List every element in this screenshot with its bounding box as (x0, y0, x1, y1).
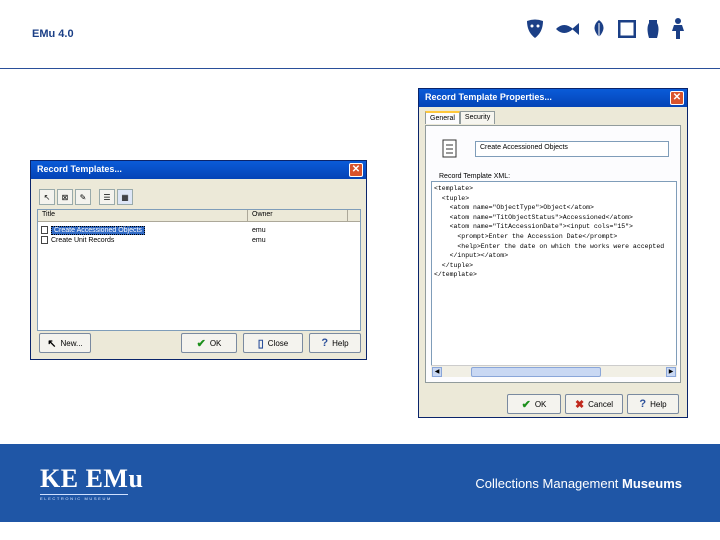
scroll-left-icon[interactable]: ◀ (432, 367, 442, 377)
template-xml-editor[interactable]: <template> <tuple> <atom name="ObjectTyp… (431, 181, 677, 377)
slide: EMu 4.0 Record Templates... ✕ ↖ ⊠ ✎ ☰ ▦ … (0, 0, 720, 540)
tagline: Collections Management Museums (475, 476, 682, 491)
cancel-icon: ✖ (574, 398, 585, 411)
fish-icon (556, 23, 579, 35)
ok-button[interactable]: ✔ OK (507, 394, 561, 414)
row-title: Create Accessioned Objects (51, 225, 145, 235)
xml-line: </tuple> (434, 261, 474, 269)
column-title[interactable]: Title (38, 210, 248, 221)
column-owner[interactable]: Owner (248, 210, 348, 221)
scroll-right-icon[interactable]: ▶ (666, 367, 676, 377)
templates-list[interactable]: Title Owner Create Accessioned Objects e… (37, 209, 361, 331)
record-templates-title: Record Templates... (37, 164, 122, 174)
list-header: Title Owner (38, 210, 360, 222)
list-view-button[interactable]: ☰ (99, 189, 115, 205)
template-properties-title: Record Template Properties... (425, 92, 552, 102)
ok-button[interactable]: ✔ OK (181, 333, 237, 353)
document-icon (41, 236, 48, 244)
footer-bottom-strip (0, 522, 720, 540)
template-properties-dialog: Record Template Properties... ✕ General … (418, 88, 688, 418)
row-owner: emu (252, 236, 266, 244)
tagline-prefix: Collections Management (475, 476, 619, 491)
attach-tool-button[interactable]: ⊠ (57, 189, 73, 205)
ke-emu-logo: KE EMu ELECTRONIC MUSEUM (40, 466, 143, 501)
document-icon (442, 139, 457, 158)
new-icon: ↖ (47, 337, 57, 350)
help-icon: ? (639, 398, 647, 410)
tab-security[interactable]: Security (459, 111, 496, 124)
close-icon[interactable]: ✕ (670, 91, 684, 105)
edit-tool-button[interactable]: ✎ (75, 189, 91, 205)
record-templates-titlebar: Record Templates... ✕ (31, 161, 366, 179)
record-templates-dialog: Record Templates... ✕ ↖ ⊠ ✎ ☰ ▦ Title Ow… (30, 160, 367, 360)
table-row[interactable]: Create Unit Records emu (38, 235, 360, 245)
cancel-button[interactable]: ✖ Cancel (565, 394, 623, 414)
header-divider (0, 68, 720, 69)
header-icons (526, 18, 686, 40)
logo-subtext: ELECTRONIC MUSEUM (40, 494, 128, 501)
tagline-bold: Museums (622, 476, 682, 491)
xml-line: <help>Enter the date on which the works … (434, 242, 665, 250)
xml-line: </input></atom> (434, 252, 509, 260)
xml-line: <template> (434, 185, 474, 192)
cursor-tool-button[interactable]: ↖ (39, 189, 55, 205)
document-icon (41, 226, 48, 234)
details-view-button[interactable]: ▦ (117, 189, 133, 205)
page-title: EMu 4.0 (32, 28, 74, 40)
close-icon[interactable]: ✕ (349, 163, 363, 177)
check-icon: ✔ (196, 337, 206, 350)
xml-line: <atom name="TitAccessionDate"><input col… (434, 223, 633, 231)
horizontal-scrollbar[interactable]: ◀ ▶ (431, 365, 677, 377)
xml-line: <atom name="ObjectType">Object</atom> (434, 204, 594, 212)
table-row[interactable]: Create Accessioned Objects emu (38, 225, 360, 235)
xml-line: </template> (434, 271, 477, 279)
template-name-input[interactable]: Create Accessioned Objects (475, 141, 669, 157)
figure-icon (672, 18, 684, 39)
xml-label: Record Template XML: (439, 173, 511, 180)
frame-icon (618, 20, 636, 38)
template-properties-titlebar: Record Template Properties... ✕ (419, 89, 687, 107)
door-icon: ▯ (257, 337, 264, 350)
help-button[interactable]: ? Help (627, 394, 679, 414)
help-icon: ? (321, 337, 329, 349)
xml-line: <tuple> (434, 194, 470, 202)
check-icon: ✔ (521, 398, 531, 411)
row-title: Create Unit Records (51, 236, 115, 244)
row-owner: emu (252, 226, 266, 234)
tab-general[interactable]: General (425, 111, 460, 124)
close-button[interactable]: ▯ Close (243, 333, 303, 353)
tab-bar: General Security (425, 111, 496, 124)
vase-icon (647, 20, 659, 38)
xml-line: <prompt>Enter the Accession Date</prompt… (434, 232, 618, 240)
mask-icon (527, 19, 543, 38)
new-button[interactable]: ↖ New... (39, 333, 91, 353)
logo-text: KE EMu (40, 464, 144, 493)
help-button[interactable]: ? Help (309, 333, 361, 353)
scroll-thumb[interactable] (471, 367, 601, 377)
leaf-icon (594, 20, 604, 39)
xml-line: <atom name="TitObjectStatus">Accessioned… (434, 213, 633, 221)
